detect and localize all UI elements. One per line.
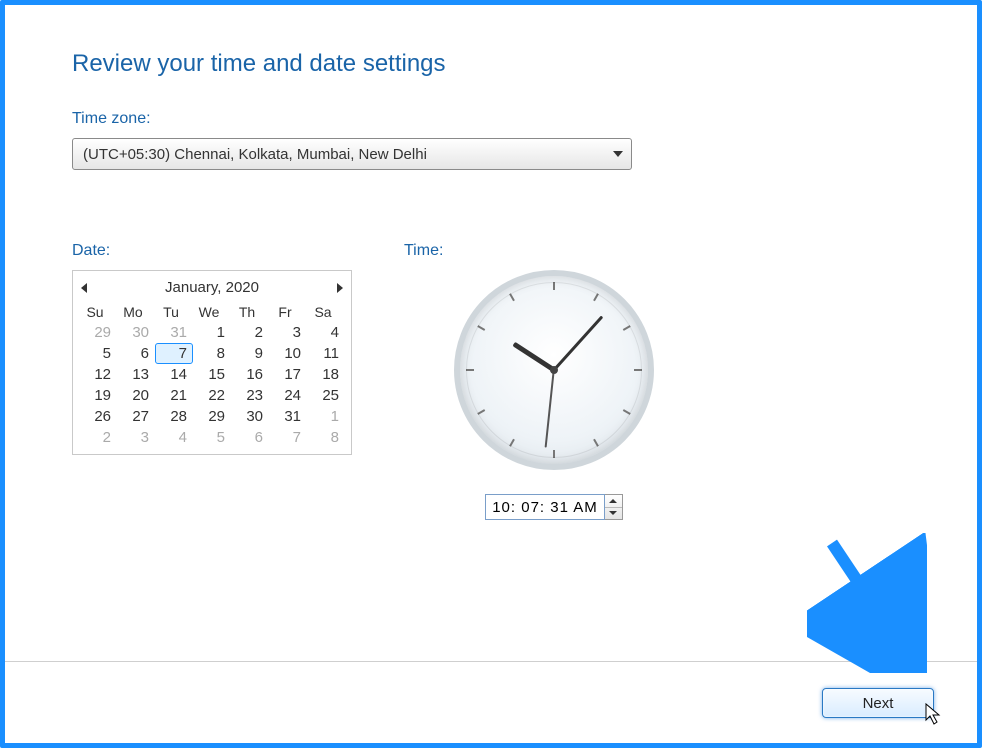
timezone-label: Time zone: (72, 110, 950, 128)
calendar-day[interactable]: 11 (307, 343, 345, 364)
calendar-day[interactable]: 3 (269, 322, 307, 343)
calendar-day[interactable]: 30 (231, 406, 269, 427)
time-spin-up[interactable] (605, 495, 622, 508)
calendar-day[interactable]: 13 (117, 364, 155, 385)
chevron-down-icon (609, 511, 617, 515)
time-input[interactable]: 10: 07: 31 AM (485, 494, 605, 520)
calendar: January, 2020 SuMoTuWeThFrSa293031123456… (72, 270, 352, 455)
calendar-day[interactable]: 9 (231, 343, 269, 364)
time-label: Time: (404, 242, 704, 260)
calendar-day[interactable]: 16 (231, 364, 269, 385)
calendar-day[interactable]: 20 (117, 385, 155, 406)
calendar-day[interactable]: 2 (79, 427, 117, 448)
chevron-down-icon (613, 151, 623, 157)
calendar-day[interactable]: 18 (307, 364, 345, 385)
calendar-day[interactable]: 23 (231, 385, 269, 406)
timezone-select[interactable]: (UTC+05:30) Chennai, Kolkata, Mumbai, Ne… (72, 138, 632, 170)
calendar-day[interactable]: 7 (269, 427, 307, 448)
calendar-day[interactable]: 8 (307, 427, 345, 448)
calendar-day[interactable]: 17 (269, 364, 307, 385)
calendar-dow: Th (231, 302, 269, 322)
calendar-day[interactable]: 4 (155, 427, 193, 448)
calendar-day[interactable]: 6 (231, 427, 269, 448)
calendar-day[interactable]: 28 (155, 406, 193, 427)
calendar-month-label: January, 2020 (165, 279, 259, 296)
calendar-day[interactable]: 25 (307, 385, 345, 406)
chevron-up-icon (609, 499, 617, 503)
calendar-day[interactable]: 1 (193, 322, 231, 343)
timezone-selected-text: (UTC+05:30) Chennai, Kolkata, Mumbai, Ne… (83, 146, 427, 163)
calendar-day[interactable]: 2 (231, 322, 269, 343)
calendar-day[interactable]: 5 (193, 427, 231, 448)
page-title: Review your time and date settings (72, 50, 950, 78)
calendar-prev-icon[interactable] (81, 283, 87, 293)
calendar-day[interactable]: 1 (307, 406, 345, 427)
calendar-day[interactable]: 26 (79, 406, 117, 427)
calendar-day[interactable]: 14 (155, 364, 193, 385)
calendar-day[interactable]: 31 (269, 406, 307, 427)
calendar-day[interactable]: 30 (117, 322, 155, 343)
calendar-day[interactable]: 10 (269, 343, 307, 364)
calendar-day[interactable]: 29 (79, 322, 117, 343)
calendar-dow: We (193, 302, 231, 322)
calendar-day[interactable]: 6 (117, 343, 155, 364)
calendar-day[interactable]: 8 (193, 343, 231, 364)
calendar-day[interactable]: 19 (79, 385, 117, 406)
calendar-dow: Mo (117, 302, 155, 322)
content-area: Review your time and date settings Time … (72, 50, 950, 716)
time-spinner (605, 494, 623, 520)
calendar-day[interactable]: 31 (155, 322, 193, 343)
calendar-day[interactable]: 27 (117, 406, 155, 427)
calendar-dow: Fr (269, 302, 307, 322)
calendar-dow: Tu (155, 302, 193, 322)
next-button-label: Next (863, 695, 894, 712)
calendar-day[interactable]: 3 (117, 427, 155, 448)
calendar-day[interactable]: 21 (155, 385, 193, 406)
clock-minute-hand (553, 315, 603, 371)
calendar-next-icon[interactable] (337, 283, 343, 293)
calendar-day[interactable]: 29 (193, 406, 231, 427)
analog-clock (454, 270, 654, 470)
calendar-day[interactable]: 15 (193, 364, 231, 385)
calendar-day[interactable]: 12 (79, 364, 117, 385)
calendar-day[interactable]: 4 (307, 322, 345, 343)
time-spin-down[interactable] (605, 508, 622, 520)
calendar-day[interactable]: 7 (155, 343, 193, 364)
calendar-day[interactable]: 22 (193, 385, 231, 406)
calendar-day[interactable]: 24 (269, 385, 307, 406)
next-button[interactable]: Next (822, 688, 934, 718)
calendar-dow: Sa (307, 302, 345, 322)
calendar-dow: Su (79, 302, 117, 322)
clock-second-hand (545, 370, 555, 448)
calendar-day[interactable]: 5 (79, 343, 117, 364)
clock-hour-hand (512, 342, 555, 372)
date-label: Date: (72, 242, 352, 260)
footer-divider (5, 661, 977, 662)
cursor-icon (924, 702, 944, 726)
time-input-text: 10: 07: 31 AM (492, 499, 598, 516)
